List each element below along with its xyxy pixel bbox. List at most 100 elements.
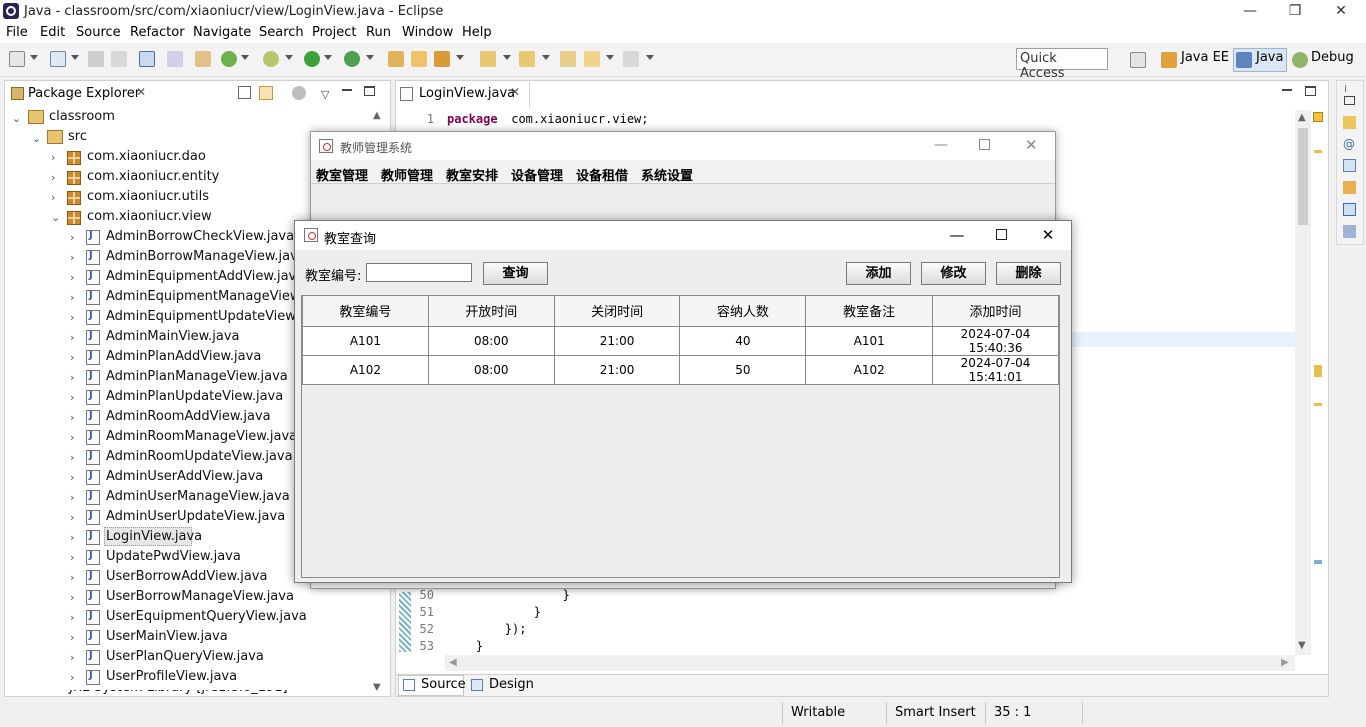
progress-view-icon[interactable] xyxy=(1343,225,1356,238)
quick-access-input[interactable]: Quick Access xyxy=(1016,48,1108,81)
scroll-up-icon[interactable]: ▲ xyxy=(373,110,381,121)
run-external-dropdown-icon[interactable] xyxy=(366,55,374,60)
debug-dropdown-icon[interactable] xyxy=(285,55,293,60)
collapse-arrow-icon[interactable]: › xyxy=(70,551,74,564)
editor-scroll-up-icon[interactable]: ▲ xyxy=(1298,112,1306,123)
dialog-maximize-icon[interactable] xyxy=(996,229,1007,240)
expand-arrow-icon[interactable]: ⌄ xyxy=(12,112,21,125)
collapse-arrow-icon[interactable]: › xyxy=(70,511,74,524)
collapse-arrow-icon[interactable]: › xyxy=(70,471,74,484)
menu-navigate[interactable]: Navigate xyxy=(193,25,251,40)
minimize-view-icon[interactable] xyxy=(342,89,352,91)
perspective-java[interactable]: Java xyxy=(1256,50,1283,65)
collapse-arrow-icon[interactable]: › xyxy=(70,531,74,544)
table-cell[interactable]: A101 xyxy=(302,325,429,356)
refresh-icon[interactable] xyxy=(221,51,237,67)
tree-file[interactable]: AdminBorrowCheckView.java xyxy=(106,229,294,244)
overview-marker[interactable] xyxy=(1314,403,1322,406)
tree-file[interactable]: AdminBorrowManageView.java xyxy=(106,249,306,264)
collapse-arrow-icon[interactable]: › xyxy=(70,671,74,684)
table-cell[interactable]: 08:00 xyxy=(427,354,555,385)
close-tab-icon[interactable]: ✕ xyxy=(136,85,146,99)
minimize-editor-icon[interactable] xyxy=(1282,89,1292,91)
table-cell[interactable]: 2024-07-04 15:41:01 xyxy=(932,354,1059,385)
menu-edit[interactable]: Edit xyxy=(40,25,65,40)
collapse-arrow-icon[interactable]: › xyxy=(51,171,55,184)
tree-file[interactable]: AdminPlanUpdateView.java xyxy=(106,389,283,404)
menu-project[interactable]: Project xyxy=(312,25,356,40)
warning-marker-icon[interactable] xyxy=(1313,112,1323,122)
tree-package[interactable]: com.xiaoniucr.utils xyxy=(87,189,209,204)
tree-library[interactable]: JRE System Library [jre1.8.0_191] xyxy=(69,690,288,695)
next-annotation-icon[interactable] xyxy=(480,51,496,67)
editor-scroll-thumb[interactable] xyxy=(1298,128,1308,225)
menu-classroom-management[interactable]: 教室管理 xyxy=(316,165,368,184)
problems-icon[interactable] xyxy=(1343,116,1356,129)
dialog-close-icon[interactable]: ✕ xyxy=(1038,226,1058,244)
table-cell[interactable]: 2024-07-04 15:40:36 xyxy=(932,325,1059,356)
editor-horizontal-scrollbar[interactable] xyxy=(445,655,1295,671)
declaration-icon[interactable] xyxy=(1343,159,1356,172)
table-row[interactable]: A102 08:00 21:00 50 A102 2024-07-04 15:41:01 xyxy=(302,354,1059,385)
console-view-icon[interactable] xyxy=(1343,203,1356,216)
collapse-arrow-icon[interactable]: › xyxy=(70,371,74,384)
expand-arrow-icon[interactable]: ⌄ xyxy=(51,211,60,224)
focus-icon[interactable] xyxy=(292,86,306,100)
menu-file[interactable]: File xyxy=(6,25,28,40)
edit-button[interactable]: 修改 xyxy=(921,262,986,285)
menu-system-settings[interactable]: 系统设置 xyxy=(641,165,693,184)
collapse-arrow-icon[interactable]: › xyxy=(70,431,74,444)
menu-refactor[interactable]: Refactor xyxy=(130,25,185,40)
tree-file[interactable]: AdminUserUpdateView.java xyxy=(106,509,285,524)
column-header[interactable]: 关闭时间 xyxy=(553,296,681,327)
teacher-close-icon[interactable]: ✕ xyxy=(1025,136,1038,154)
maximize-editor-icon[interactable] xyxy=(1305,86,1316,96)
expand-arrow-icon[interactable]: ⌄ xyxy=(32,132,41,145)
collapse-arrow-icon[interactable]: › xyxy=(70,591,74,604)
tree-library-row[interactable]: JRE System Library [jre1.8.0_191] xyxy=(5,690,390,696)
menu-equipment-management[interactable]: 设备管理 xyxy=(511,165,563,184)
build-icon[interactable] xyxy=(195,51,211,67)
skip-breakpoints-icon[interactable] xyxy=(167,51,183,67)
perspective-java-ee[interactable]: Java EE xyxy=(1181,50,1229,65)
close-icon[interactable]: ✕ xyxy=(1331,2,1351,20)
save-icon[interactable] xyxy=(88,51,104,67)
column-header[interactable]: 容纳人数 xyxy=(679,296,807,327)
table-cell[interactable]: 21:00 xyxy=(553,325,681,356)
menu-equipment-rental[interactable]: 设备租借 xyxy=(576,165,628,184)
new-dropdown-icon[interactable] xyxy=(30,55,38,60)
debug-icon[interactable] xyxy=(263,51,279,67)
collapse-arrow-icon[interactable]: › xyxy=(70,291,74,304)
column-header[interactable]: 教室编号 xyxy=(302,296,429,327)
teacher-maximize-icon[interactable] xyxy=(979,139,990,150)
collapse-arrow-icon[interactable]: › xyxy=(70,651,74,664)
new-file-icon[interactable] xyxy=(9,51,25,67)
collapse-arrow-icon[interactable]: › xyxy=(51,191,55,204)
tree-file[interactable]: UpdatePwdView.java xyxy=(106,549,241,564)
table-cell[interactable]: 08:00 xyxy=(427,325,555,356)
collapse-arrow-icon[interactable]: › xyxy=(70,391,74,404)
tab-design[interactable]: Design xyxy=(489,677,534,692)
tree-file[interactable]: AdminUserAddView.java xyxy=(106,469,263,484)
search-icon[interactable] xyxy=(434,51,450,67)
collapse-all-icon[interactable] xyxy=(238,86,251,99)
open-folder-icon[interactable] xyxy=(411,51,427,67)
column-header[interactable]: 添加时间 xyxy=(932,296,1059,327)
teacher-minimize-icon[interactable]: — xyxy=(934,137,948,153)
prev-annotation-dropdown-icon[interactable] xyxy=(542,55,550,60)
tree-file[interactable]: AdminPlanManageView.java xyxy=(106,369,288,384)
tree-file[interactable]: UserEquipmentQueryView.java xyxy=(106,609,307,624)
table-cell[interactable]: 21:00 xyxy=(553,354,681,385)
run-icon[interactable] xyxy=(304,51,320,67)
last-edit-icon[interactable] xyxy=(560,51,576,67)
add-button[interactable]: 添加 xyxy=(846,262,911,285)
table-cell[interactable]: 40 xyxy=(679,325,807,356)
back-dropdown-icon[interactable] xyxy=(606,55,614,60)
table-cell[interactable]: A101 xyxy=(805,325,934,356)
link-editor-icon[interactable] xyxy=(259,86,273,100)
package-explorer-title[interactable]: Package Explorer xyxy=(28,86,140,101)
minimize-icon[interactable]: — xyxy=(1240,2,1260,20)
search-view-icon[interactable] xyxy=(1343,181,1356,194)
tree-file[interactable]: AdminRoomUpdateView.java xyxy=(106,449,293,464)
tree-project[interactable]: classroom xyxy=(49,109,115,124)
